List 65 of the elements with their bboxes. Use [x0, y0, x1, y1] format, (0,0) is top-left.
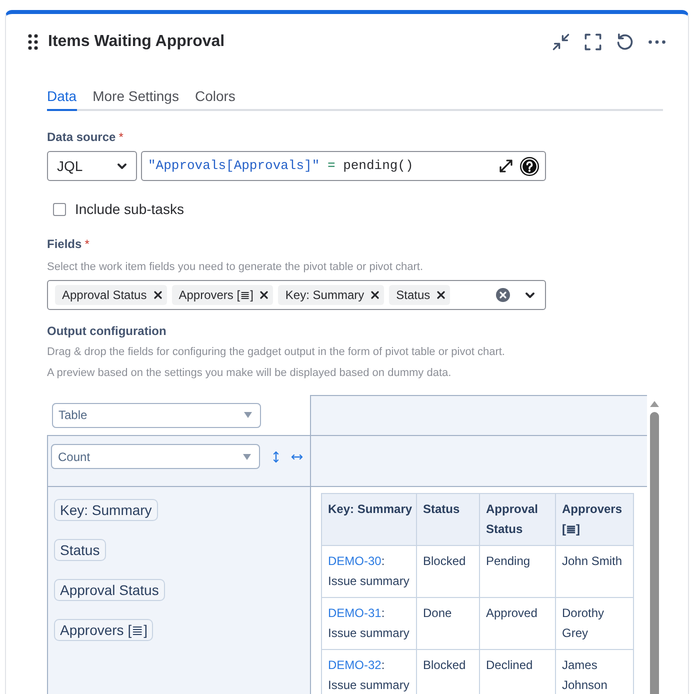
tab[interactable]: Data — [47, 86, 77, 111]
section-title: Output configuration — [47, 323, 166, 339]
table-cell: Dorothy Grey — [556, 598, 634, 650]
field-chip[interactable]: Status — [54, 539, 106, 561]
help-text: Select the work item fields you need to generate the pivot table or pivot chart. — [47, 260, 424, 275]
issue-key-link[interactable]: DEMO-30 — [328, 554, 382, 568]
field-tag-label: Approval Status — [62, 287, 147, 304]
refresh-icon[interactable] — [616, 33, 634, 51]
scroll-up-arrow-icon[interactable] — [650, 401, 658, 407]
tab[interactable]: Colors — [194, 86, 236, 111]
issue-key-link[interactable]: DEMO-31 — [328, 606, 382, 620]
query-type-select[interactable]: JQL — [47, 151, 137, 181]
table-cell: Declined — [480, 650, 556, 694]
checkbox-label[interactable]: Include sub-tasks — [75, 199, 184, 219]
field-tag-label: Status — [396, 287, 430, 304]
field-label: Data source — [47, 129, 116, 145]
caret-icon — [243, 454, 251, 460]
chevron-down-icon[interactable] — [525, 292, 535, 298]
required-mark: * — [84, 236, 90, 252]
issue-summary-text: DEMO-30: Issue summary — [328, 554, 410, 588]
aggregator-select[interactable]: Count — [51, 444, 260, 469]
required-mark: * — [118, 129, 124, 145]
table-cell: John Smith — [556, 546, 634, 598]
tab[interactable]: More Settings — [92, 86, 179, 111]
fullscreen-icon[interactable] — [584, 33, 602, 51]
close-icon[interactable] — [437, 291, 446, 299]
table-cell: Blocked — [416, 650, 480, 694]
issue-summary-text: DEMO-31: Issue summary — [328, 606, 410, 640]
issue-key-link[interactable]: DEMO-32 — [328, 658, 382, 672]
issue-summary-text: DEMO-32: Issue summary — [328, 658, 410, 692]
field-label: Fields — [47, 236, 82, 252]
field-chip[interactable]: Approvers [≣] — [54, 619, 154, 641]
table-cell: Done — [416, 598, 480, 650]
scrollbar-thumb[interactable] — [650, 412, 658, 694]
horizontal-arrows-icon[interactable] — [291, 454, 303, 460]
collapse-arrows-icon[interactable] — [552, 33, 570, 51]
help-text: A preview based on the settings you make will be displayed based on dummy data. — [47, 366, 452, 381]
close-icon[interactable] — [260, 291, 268, 299]
close-icon[interactable] — [154, 291, 162, 299]
table-cell: Pending — [480, 546, 556, 598]
caret-icon — [244, 412, 252, 418]
vertical-arrows-icon[interactable] — [273, 450, 279, 462]
table-cell: Approved — [480, 598, 556, 650]
table-cell: James Johnson — [556, 650, 634, 694]
field-tag-label: Approvers [≣] — [178, 287, 254, 304]
expand-icon[interactable] — [499, 159, 513, 173]
fields-select[interactable]: Approval Status Approvers [≣] Key: Summary Status — [47, 280, 546, 310]
field-chip[interactable]: Key: Summary — [54, 499, 158, 521]
field-tag-label: Key: Summary — [285, 287, 364, 304]
help-text: Drag & drop the fields for configuring the gadget output in the form of pivot table or pivot chart. — [47, 345, 506, 360]
renderer-select[interactable]: Table — [52, 402, 260, 428]
table-cell: Blocked — [416, 546, 480, 598]
query-field[interactable]: "Approvals[Approvals]" = pending() — [141, 151, 546, 181]
drag-handle-icon[interactable] — [28, 34, 38, 50]
clear-icon[interactable] — [496, 288, 510, 302]
chevron-down-icon — [117, 162, 127, 170]
column-header: Approvers [≣] — [556, 494, 634, 546]
column-header: Status — [416, 494, 480, 546]
column-header: Key: Summary — [322, 494, 416, 546]
widget-title: Items Waiting Approval — [48, 32, 225, 52]
help-icon[interactable] — [520, 156, 539, 176]
column-header: Approval Status — [480, 494, 556, 546]
close-icon[interactable] — [371, 291, 380, 299]
field-chip[interactable]: Approval Status — [54, 579, 165, 601]
checkbox[interactable] — [53, 202, 66, 216]
